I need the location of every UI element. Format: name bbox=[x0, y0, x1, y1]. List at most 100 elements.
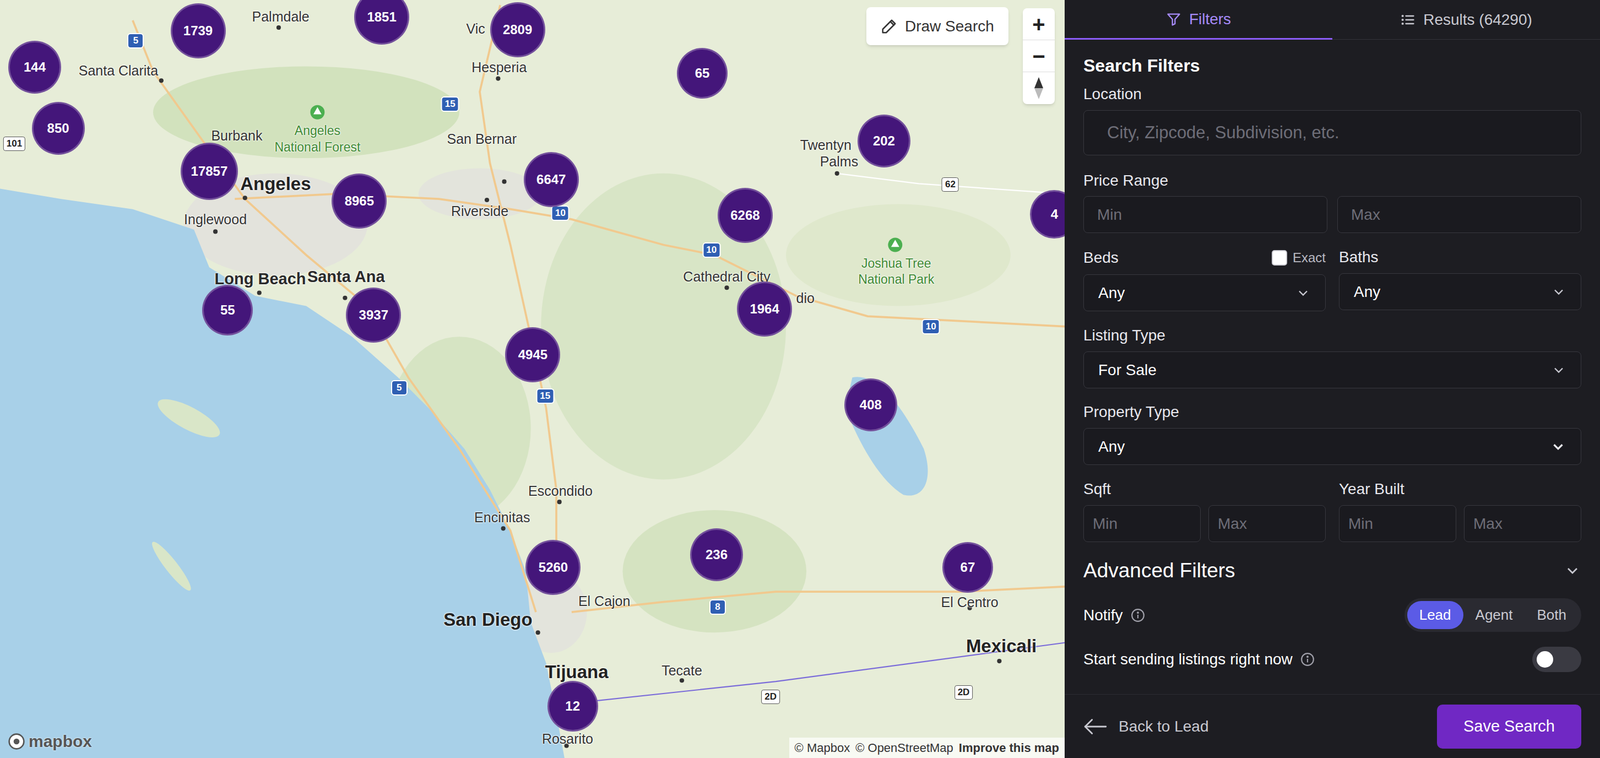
tab[interactable]: Filters bbox=[1064, 0, 1333, 40]
tab-label: Results (64290) bbox=[1423, 8, 1533, 32]
listing-cluster[interactable]: 850 bbox=[31, 101, 85, 155]
listing-cluster[interactable]: 12 bbox=[547, 680, 599, 732]
tab-label: Filters bbox=[1189, 7, 1231, 31]
map-label: Joshua Tree bbox=[861, 256, 932, 270]
draw-search-label: Draw Search bbox=[904, 14, 995, 39]
chevron-down-icon bbox=[1550, 284, 1567, 300]
map-label: Encinitas bbox=[474, 510, 530, 524]
baths-select[interactable]: Any bbox=[1338, 273, 1582, 311]
listing-cluster[interactable]: 1739 bbox=[170, 3, 226, 59]
chevron-down-icon bbox=[1550, 362, 1567, 378]
notify-option[interactable]: Lead bbox=[1407, 600, 1464, 629]
highway-shield: 2D bbox=[954, 685, 974, 700]
highway-shield: 5 bbox=[127, 33, 144, 49]
listing-type-select[interactable]: For Sale bbox=[1083, 351, 1582, 389]
advanced-filters-toggle[interactable]: Advanced Filters bbox=[1083, 558, 1582, 583]
compass-button[interactable] bbox=[1022, 72, 1055, 105]
highway-shield: 2D bbox=[761, 689, 780, 704]
save-search-label: Save Search bbox=[1463, 714, 1555, 739]
listing-cluster[interactable]: 3937 bbox=[345, 287, 401, 343]
mapbox-wordmark: mapbox bbox=[28, 728, 92, 754]
highway-shield: 10 bbox=[551, 205, 570, 221]
chevron-down-icon bbox=[1549, 438, 1567, 455]
property-type-value: Any bbox=[1098, 435, 1125, 459]
list-icon bbox=[1400, 12, 1416, 28]
map-label: Hesperia bbox=[471, 60, 527, 75]
listing-cluster[interactable]: 17857 bbox=[180, 142, 238, 200]
map-label: Tijuana bbox=[545, 662, 609, 681]
listing-cluster[interactable]: 202 bbox=[857, 114, 911, 168]
listing-cluster[interactable]: 2809 bbox=[490, 2, 546, 58]
exact-checkbox[interactable] bbox=[1271, 250, 1288, 266]
listing-cluster[interactable]: 65 bbox=[676, 47, 728, 99]
filters-form: Search Filters Location Price Range Beds… bbox=[1064, 39, 1600, 694]
sqft-min-input[interactable] bbox=[1083, 505, 1201, 542]
listing-cluster[interactable]: 8965 bbox=[331, 173, 387, 229]
map-label: Mexicali bbox=[966, 636, 1037, 655]
back-to-lead-label: Back to Lead bbox=[1118, 714, 1209, 739]
listing-cluster[interactable]: 144 bbox=[8, 40, 62, 94]
beds-select[interactable]: Any bbox=[1083, 274, 1326, 312]
tab[interactable]: Results (64290) bbox=[1332, 0, 1600, 40]
beds-label: Beds bbox=[1083, 248, 1119, 268]
listing-cluster[interactable]: 4 bbox=[1029, 190, 1065, 239]
zoom-out-button[interactable]: − bbox=[1022, 40, 1055, 73]
highway-shield: 5 bbox=[391, 380, 408, 396]
mapbox-icon bbox=[7, 732, 26, 751]
start-sending-label: Start sending listings right now bbox=[1083, 647, 1293, 671]
listing-cluster[interactable]: 408 bbox=[844, 378, 898, 432]
highway-shield: 10 bbox=[702, 242, 721, 258]
map-label: Inglewood bbox=[183, 212, 247, 227]
advanced-filters-label: Advanced Filters bbox=[1083, 558, 1236, 583]
map-label: Vic bbox=[466, 21, 486, 36]
improve-map-link[interactable]: Improve this map bbox=[958, 738, 1060, 757]
listing-cluster[interactable]: 6647 bbox=[523, 152, 579, 208]
price-label: Price Range bbox=[1083, 171, 1582, 191]
exact-checkbox-row[interactable]: Exact bbox=[1271, 247, 1326, 268]
chevron-down-icon bbox=[1563, 561, 1582, 580]
save-search-button[interactable]: Save Search bbox=[1436, 704, 1582, 749]
listing-cluster[interactable]: 6268 bbox=[717, 187, 773, 243]
map-label: El Cajon bbox=[578, 593, 631, 608]
map[interactable]: 5151010621051582D2D101 PalmdaleSanta Cla… bbox=[0, 0, 1065, 758]
listing-cluster[interactable]: 4945 bbox=[505, 327, 561, 383]
panel-footer: Back to Lead Save Search bbox=[1064, 693, 1600, 758]
listing-cluster[interactable]: 236 bbox=[690, 528, 743, 582]
listing-cluster[interactable]: 67 bbox=[942, 541, 994, 593]
map-label: Long Beach bbox=[214, 270, 307, 287]
map-label: Santa Ana bbox=[307, 268, 385, 285]
info-icon[interactable] bbox=[1300, 652, 1315, 667]
listing-cluster[interactable]: 1851 bbox=[354, 0, 410, 45]
zoom-in-button[interactable]: + bbox=[1022, 8, 1055, 41]
attribution-osm[interactable]: © OpenStreetMap bbox=[855, 738, 954, 757]
highway-shield: 15 bbox=[535, 388, 555, 404]
sqft-max-input[interactable] bbox=[1208, 505, 1326, 542]
year-built-label: Year Built bbox=[1338, 479, 1582, 499]
map-label: Angeles bbox=[240, 174, 311, 193]
toggle-knob bbox=[1536, 651, 1554, 668]
year-max-input[interactable] bbox=[1463, 505, 1582, 542]
map-label: dio bbox=[796, 290, 815, 305]
notify-option[interactable]: Both bbox=[1525, 600, 1580, 629]
mapbox-logo[interactable]: mapbox bbox=[7, 728, 92, 754]
listing-cluster[interactable]: 5260 bbox=[525, 539, 581, 595]
info-icon[interactable] bbox=[1130, 608, 1146, 623]
highway-shield: 101 bbox=[3, 136, 26, 151]
location-input[interactable] bbox=[1083, 110, 1582, 156]
year-min-input[interactable] bbox=[1338, 505, 1457, 542]
start-sending-toggle[interactable] bbox=[1532, 646, 1582, 672]
draw-search-button[interactable]: Draw Search bbox=[866, 7, 1009, 46]
listing-cluster[interactable]: 55 bbox=[202, 284, 253, 336]
notify-option[interactable]: Agent bbox=[1463, 600, 1526, 629]
price-min-input[interactable] bbox=[1083, 196, 1328, 233]
back-to-lead-button[interactable]: Back to Lead bbox=[1083, 714, 1209, 739]
listing-type-value: For Sale bbox=[1098, 358, 1157, 382]
listing-cluster[interactable]: 1964 bbox=[736, 281, 793, 337]
price-max-input[interactable] bbox=[1337, 196, 1582, 233]
attribution-mapbox[interactable]: © Mapbox bbox=[794, 738, 851, 757]
property-type-select[interactable]: Any bbox=[1083, 427, 1582, 465]
attribution: © Mapbox © OpenStreetMap Improve this ma… bbox=[789, 737, 1065, 758]
pencil-icon bbox=[880, 18, 898, 35]
map-label: Palmdale bbox=[252, 9, 310, 24]
highway-shield: 62 bbox=[941, 177, 959, 192]
